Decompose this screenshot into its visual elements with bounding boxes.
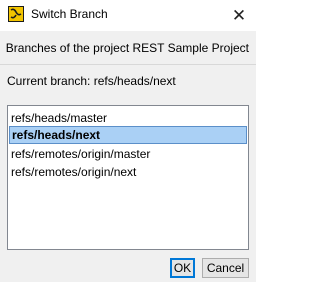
- list-item[interactable]: refs/remotes/origin/master: [9, 145, 247, 163]
- cancel-button[interactable]: Cancel: [202, 258, 249, 278]
- header-text: Branches of the project REST Sample Proj…: [5, 41, 249, 55]
- divider: [0, 64, 256, 65]
- list-item[interactable]: refs/remotes/origin/next: [9, 163, 247, 181]
- app-icon: [8, 6, 24, 22]
- current-branch-label: Current branch: refs/heads/next: [7, 74, 176, 88]
- list-item-selected[interactable]: refs/heads/next: [9, 126, 247, 144]
- title-bar: Switch Branch ✕: [0, 0, 256, 31]
- branch-list[interactable]: refs/heads/master refs/heads/next refs/r…: [7, 105, 249, 250]
- dialog-header: Branches of the project REST Sample Proj…: [0, 31, 256, 64]
- list-item[interactable]: refs/heads/master: [9, 109, 247, 127]
- window-title: Switch Branch: [31, 7, 108, 21]
- ok-button[interactable]: OK: [170, 258, 195, 278]
- close-icon[interactable]: ✕: [222, 0, 256, 30]
